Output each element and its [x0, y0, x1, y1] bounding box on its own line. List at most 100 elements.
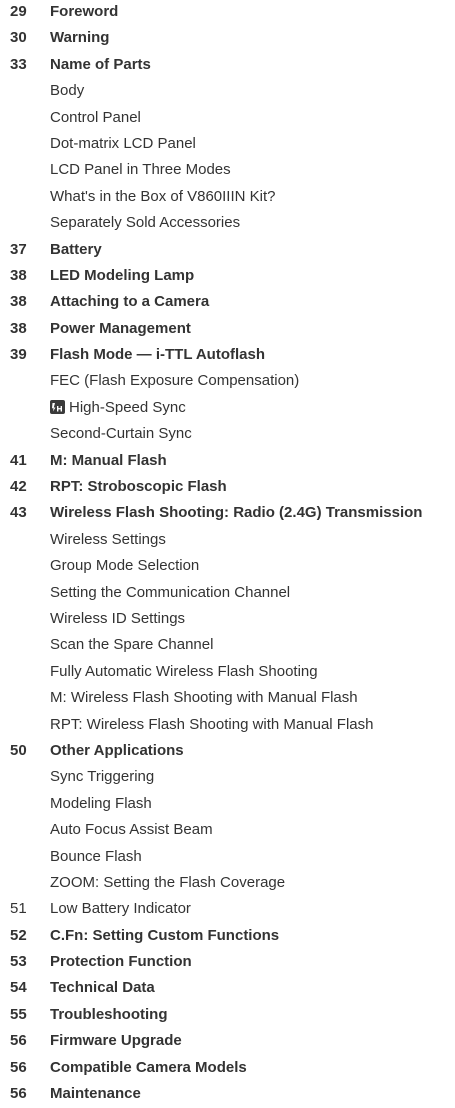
entry-title: Auto Focus Assist Beam	[50, 821, 213, 839]
toc-section-entry[interactable]: 56 Maintenance	[0, 1082, 455, 1108]
entry-title: Other Applications	[50, 741, 184, 759]
toc-subsection-entry[interactable]: Wireless Settings	[0, 528, 455, 554]
page-number: 54	[10, 979, 27, 997]
page-number: 56	[10, 1085, 27, 1103]
toc-subsection-entry[interactable]: Group Mode Selection	[0, 554, 455, 580]
entry-title: Wireless Settings	[50, 530, 166, 548]
page-number: 41	[10, 451, 27, 469]
toc-section-entry[interactable]: 38 Power Management	[0, 317, 455, 343]
entry-title: Battery	[50, 240, 102, 258]
entry-title: Body	[50, 82, 85, 100]
entry-title: Firmware Upgrade	[50, 1032, 182, 1050]
entry-title: Troubleshooting	[50, 1005, 168, 1023]
entry-title: Scan the Spare Channel	[50, 636, 214, 654]
entry-title: Attaching to a Camera	[50, 293, 210, 311]
toc-subsection-entry[interactable]: Wireless ID Settings	[0, 607, 455, 633]
toc-subsection-entry[interactable]: Bounce Flash	[0, 845, 455, 871]
entry-title: Maintenance	[50, 1085, 141, 1103]
entry-title: Technical Data	[50, 979, 155, 997]
page-number: 52	[10, 926, 27, 944]
toc-subsection-entry[interactable]: Separately Sold Accessories	[0, 211, 455, 237]
entry-title: Compatible Camera Models	[50, 1058, 247, 1076]
toc-section-entry[interactable]: 33 Name of Parts	[0, 53, 455, 79]
entry-title: Dot-matrix LCD Panel	[50, 134, 196, 152]
page-number: 33	[10, 55, 27, 73]
entry-title: Second-Curtain Sync	[50, 425, 192, 443]
toc-subsection-entry[interactable]: Sync Triggering	[0, 765, 455, 791]
page-number: 55	[10, 1005, 27, 1023]
toc-section-entry[interactable]: 30 Warning	[0, 26, 455, 52]
toc-section-entry[interactable]: 52 C.Fn: Setting Custom Functions	[0, 924, 455, 950]
toc-subsection-entry[interactable]: Scan the Spare Channel	[0, 633, 455, 659]
toc-subsection-entry[interactable]: FEC (Flash Exposure Compensation)	[0, 369, 455, 395]
entry-title: Protection Function	[50, 953, 192, 971]
page-number: 29	[10, 3, 27, 20]
toc-section-entry[interactable]: 53 Protection Function	[0, 950, 455, 976]
page-number: 38	[10, 319, 27, 337]
entry-title: M: Manual Flash	[50, 451, 167, 469]
entry-title: Name of Parts	[50, 55, 151, 73]
toc-section-entry[interactable]: 50 Other Applications	[0, 739, 455, 765]
toc-subsection-entry[interactable]: Fully Automatic Wireless Flash Shooting	[0, 660, 455, 686]
entry-title: Modeling Flash	[50, 794, 152, 812]
toc-section-entry[interactable]: 42 RPT: Stroboscopic Flash	[0, 475, 455, 501]
entry-title: High-Speed Sync	[50, 399, 186, 416]
page-number: 53	[10, 953, 27, 971]
entry-title: Power Management	[50, 319, 191, 337]
toc-section-entry[interactable]: 38 LED Modeling Lamp	[0, 264, 455, 290]
toc-section-entry[interactable]: 43 Wireless Flash Shooting: Radio (2.4G) …	[0, 501, 455, 527]
toc-section-entry[interactable]: 29 Foreword	[0, 0, 455, 26]
entry-title: Bounce Flash	[50, 847, 142, 865]
entry-title: What's in the Box of V860IIIN Kit?	[50, 187, 276, 205]
entry-title: C.Fn: Setting Custom Functions	[50, 926, 280, 944]
toc-subsection-entry[interactable]: Second-Curtain Sync	[0, 422, 455, 448]
toc-subsection-entry[interactable]: LCD Panel in Three Modes	[0, 158, 455, 184]
toc-subsection-entry[interactable]: Body	[0, 79, 455, 105]
toc-subsection-entry[interactable]: Control Panel	[0, 106, 455, 132]
page-number: 30	[10, 29, 27, 47]
toc-section-entry[interactable]: 37 Battery	[0, 238, 455, 264]
toc-subsection-entry[interactable]: M: Wireless Flash Shooting with Manual F…	[0, 686, 455, 712]
toc-subsection-entry[interactable]: Auto Focus Assist Beam	[0, 818, 455, 844]
entry-title: Setting the Communication Channel	[50, 583, 291, 601]
toc-subsection-entry[interactable]: ZOOM: Setting the Flash Coverage	[0, 871, 455, 897]
page-number: 56	[10, 1058, 27, 1076]
toc-subsection-entry[interactable]: What's in the Box of V860IIIN Kit?	[0, 185, 455, 211]
entry-title: M: Wireless Flash Shooting with Manual F…	[50, 689, 358, 707]
entry-title: Wireless Flash Shooting: Radio (2.4G) Tr…	[50, 504, 423, 522]
page-number: 51	[10, 900, 27, 918]
toc-section-entry[interactable]: 39 Flash Mode — i-TTL Autoflash	[0, 343, 455, 369]
entry-title: Control Panel	[50, 108, 141, 126]
entry-title: LCD Panel in Three Modes	[50, 161, 231, 179]
entry-title: ZOOM: Setting the Flash Coverage	[50, 873, 286, 891]
high-speed-sync-icon	[50, 399, 65, 414]
page-number: 50	[10, 741, 27, 759]
page-number: 43	[10, 504, 27, 522]
toc-subsection-entry[interactable]: High-Speed Sync	[0, 396, 455, 422]
page-number: 56	[10, 1032, 27, 1050]
toc-subsection-entry[interactable]: Setting the Communication Channel	[0, 581, 455, 607]
page-number: 38	[10, 293, 27, 311]
toc-section-entry[interactable]: 41 M: Manual Flash	[0, 449, 455, 475]
toc-section-entry[interactable]: 38 Attaching to a Camera	[0, 290, 455, 316]
entry-title: Fully Automatic Wireless Flash Shooting	[50, 662, 318, 680]
toc-section-entry[interactable]: 51 Low Battery Indicator	[0, 897, 455, 923]
entry-title: FEC (Flash Exposure Compensation)	[50, 372, 300, 390]
entry-title: Sync Triggering	[50, 768, 155, 786]
toc-section-entry[interactable]: 56 Firmware Upgrade	[0, 1029, 455, 1055]
entry-title: Warning	[50, 29, 110, 47]
entry-title: Flash Mode — i-TTL Autoflash	[50, 346, 265, 364]
toc-section-entry[interactable]: 55 Troubleshooting	[0, 1003, 455, 1029]
entry-title: Low Battery Indicator	[50, 900, 191, 918]
toc-subsection-entry[interactable]: Dot-matrix LCD Panel	[0, 132, 455, 158]
page-number: 39	[10, 346, 27, 364]
entry-title-text: High-Speed Sync	[69, 398, 186, 416]
page-number: 37	[10, 240, 27, 258]
entry-title: RPT: Stroboscopic Flash	[50, 478, 227, 496]
page-number: 38	[10, 266, 27, 284]
toc-subsection-entry[interactable]: RPT: Wireless Flash Shooting with Manual…	[0, 713, 455, 739]
toc-section-entry[interactable]: 56 Compatible Camera Models	[0, 1056, 455, 1082]
entry-title: LED Modeling Lamp	[50, 266, 195, 284]
toc-section-entry[interactable]: 54 Technical Data	[0, 976, 455, 1002]
toc-subsection-entry[interactable]: Modeling Flash	[0, 792, 455, 818]
